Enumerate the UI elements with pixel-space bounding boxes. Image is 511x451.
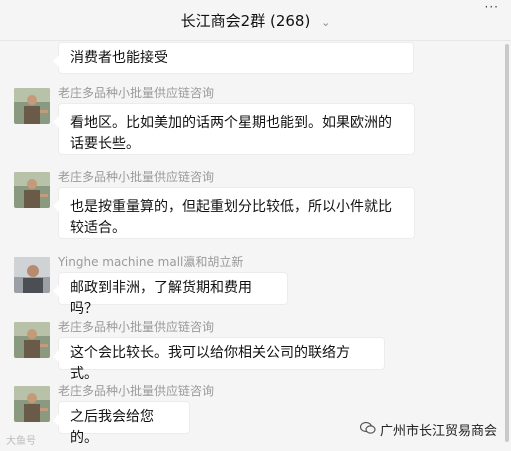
wechat-official-icon (359, 421, 376, 439)
message-bubble[interactable]: 之后我会给您的。 (53, 401, 190, 446)
chat-header: 长江商会2群 (268) ⌄ ··· (0, 0, 511, 41)
watermark-text: 广州市长江贸易商会 (379, 424, 497, 439)
chat-title[interactable]: 长江商会2群 (268) ⌄ (0, 10, 511, 31)
member-count: (268) (269, 12, 311, 30)
sender-name: Yinghe machine mall瀛和胡立新 (58, 255, 244, 269)
message-bubble[interactable]: 看地区。比如美加的话两个星期也能到。如果欧洲的话要长些。 (53, 103, 415, 155)
message-text: 也是按重量算的，但起重划分比较低，所以小件就比较适合。 (70, 199, 392, 236)
message-text: 这个会比较长。我可以给你相关公司的联络方式。 (70, 345, 350, 382)
message-text: 之后我会给您的。 (70, 409, 154, 446)
message-text: 消费者也能接受 (70, 50, 168, 66)
avatar[interactable] (14, 88, 50, 124)
message-text: 邮政到非洲，了解货期和费用吗？ (70, 280, 252, 317)
watermark-right: 广州市长江贸易商会 (359, 420, 497, 439)
message-bubble[interactable]: 消费者也能接受 (53, 42, 414, 74)
sender-name: 老庄多品种小批量供应链咨询 (58, 170, 215, 184)
more-options-icon[interactable]: ··· (485, 0, 499, 14)
group-name: 长江商会2群 (180, 12, 266, 30)
message-bubble[interactable]: 也是按重量算的，但起重划分比较低，所以小件就比较适合。 (53, 187, 415, 239)
sender-name: 老庄多品种小批量供应链咨询 (58, 384, 215, 398)
avatar[interactable] (14, 386, 50, 422)
avatar[interactable] (14, 322, 50, 358)
sender-name: 老庄多品种小批量供应链咨询 (58, 86, 215, 100)
message-text: 看地区。比如美加的话两个星期也能到。如果欧洲的话要长些。 (70, 115, 392, 152)
chevron-down-icon[interactable]: ⌄ (321, 16, 330, 29)
message-bubble[interactable]: 邮政到非洲，了解货期和费用吗？ (53, 272, 288, 317)
avatar[interactable] (14, 257, 50, 293)
scrollbar[interactable] (505, 44, 509, 442)
avatar[interactable] (14, 172, 50, 208)
sender-name: 老庄多品种小批量供应链咨询 (58, 320, 215, 334)
message-bubble[interactable]: 这个会比较长。我可以给你相关公司的联络方式。 (53, 337, 385, 382)
watermark-left: 大鱼号 (6, 436, 36, 447)
